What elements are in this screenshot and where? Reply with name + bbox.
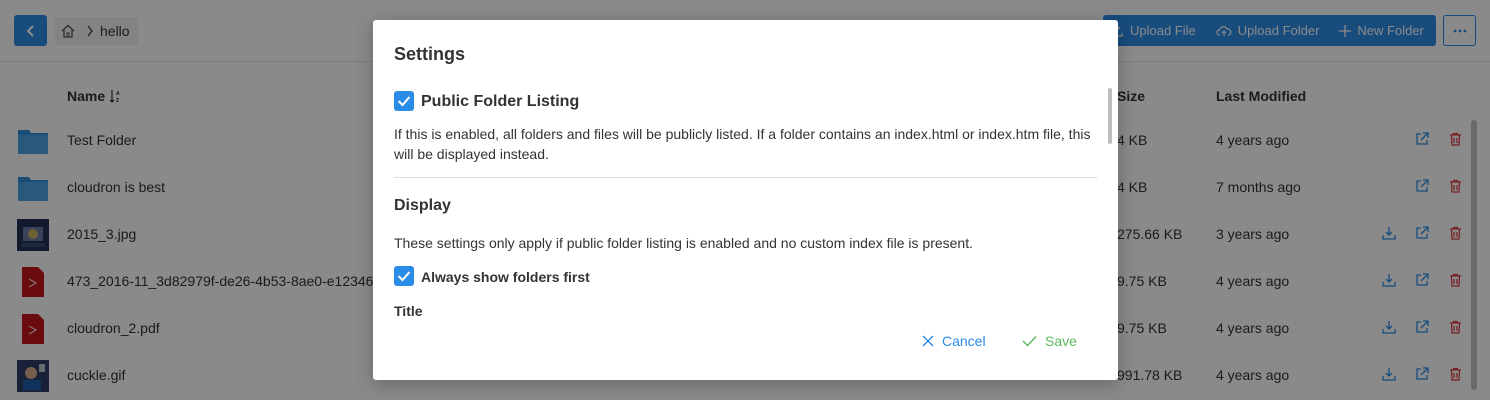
cancel-button[interactable]: Cancel xyxy=(922,333,986,349)
settings-dialog: Settings Public Folder Listing If this i… xyxy=(373,20,1118,380)
divider xyxy=(394,177,1097,178)
save-label: Save xyxy=(1045,333,1077,349)
public-listing-checkbox[interactable] xyxy=(394,91,414,111)
display-description: These settings only apply if public fold… xyxy=(394,235,973,251)
dialog-title: Settings xyxy=(394,44,466,64)
display-section-heading: Display xyxy=(394,197,451,214)
title-field-label: Title xyxy=(394,303,423,319)
public-listing-description: If this is enabled, all folders and file… xyxy=(394,126,1091,162)
folders-first-checkbox[interactable] xyxy=(394,266,414,286)
public-listing-label[interactable]: Public Folder Listing xyxy=(421,93,579,111)
checkmark-icon xyxy=(397,96,411,107)
dialog-scrollbar[interactable] xyxy=(1108,88,1112,144)
save-button[interactable]: Save xyxy=(1022,333,1077,349)
cancel-label: Cancel xyxy=(942,333,986,349)
checkmark-icon xyxy=(1022,336,1037,347)
folders-first-label[interactable]: Always show folders first xyxy=(421,269,590,285)
close-icon xyxy=(922,335,934,347)
checkmark-icon xyxy=(397,271,411,282)
